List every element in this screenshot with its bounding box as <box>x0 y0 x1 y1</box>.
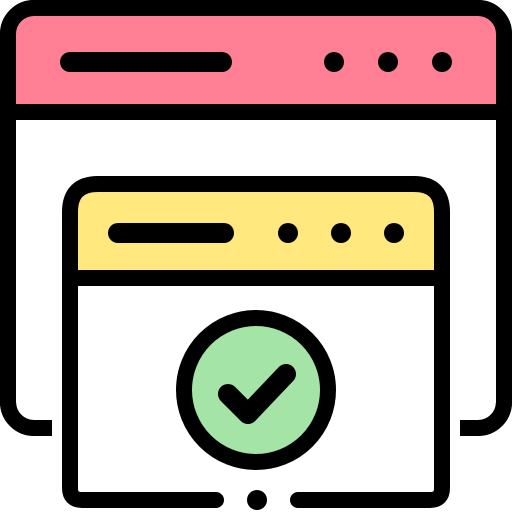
back-window-dot-icon <box>432 52 452 72</box>
front-window-bottom-dot-icon <box>247 490 267 510</box>
back-window-dot-icon <box>324 52 344 72</box>
check-circle-fill <box>176 310 336 470</box>
front-window-dot-icon <box>278 223 298 243</box>
browser-windows-checkmark-icon <box>0 0 512 512</box>
back-window-dot-icon <box>378 52 398 72</box>
front-window-dot-icon <box>384 223 404 243</box>
icon-canvas <box>0 0 512 512</box>
front-window-dot-icon <box>331 223 351 243</box>
check-circle-icon <box>176 310 336 470</box>
